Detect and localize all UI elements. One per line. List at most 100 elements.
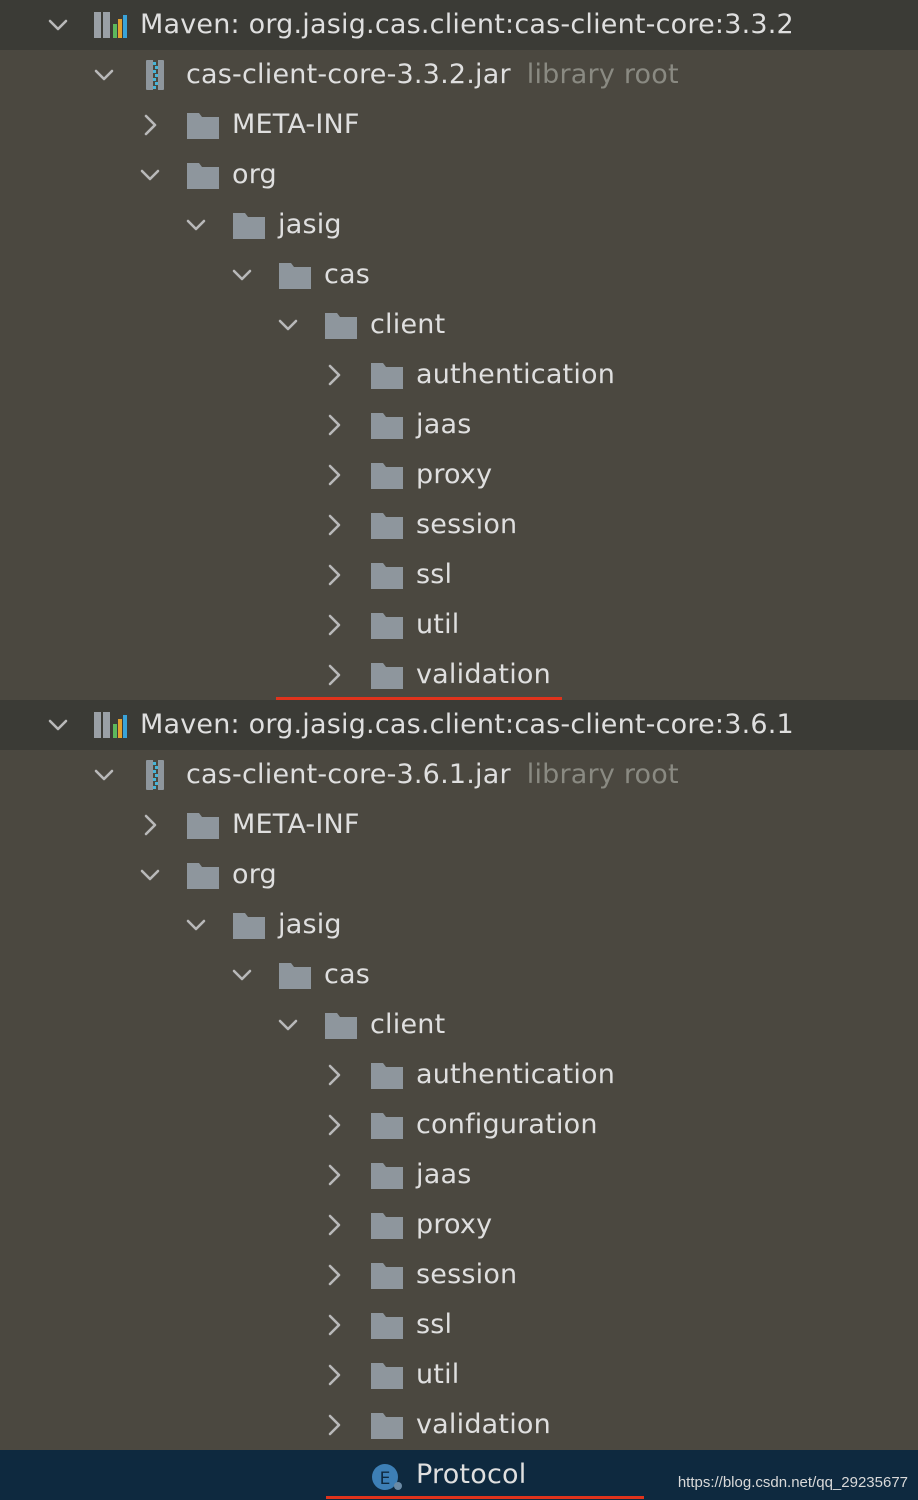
tree-node-label: validation: [416, 1409, 551, 1440]
tree-node-label: org: [232, 859, 277, 890]
jar-archive-icon: [140, 760, 174, 790]
tree-node-cas-client-core-3-6-1-jar[interactable]: cas-client-core-3.6.1.jar library root: [0, 750, 918, 800]
tree-node-ssl[interactable]: ssl: [0, 550, 918, 600]
tree-node-label: jaas: [416, 1159, 472, 1190]
tree-node-label: META-INF: [232, 809, 360, 840]
chevron-down-icon[interactable]: [92, 63, 116, 87]
tree-node-label: Maven: org.jasig.cas.client:cas-client-c…: [140, 9, 794, 40]
tree-node-configuration[interactable]: configuration: [0, 1100, 918, 1150]
tree-node-authentication[interactable]: authentication: [0, 350, 918, 400]
tree-node-jasig[interactable]: jasig: [0, 900, 918, 950]
project-tree[interactable]: Maven: org.jasig.cas.client:cas-client-c…: [0, 0, 918, 1500]
tree-node-label: cas-client-core-3.3.2.jar: [186, 59, 511, 90]
tree-node-label: util: [416, 1359, 460, 1390]
tree-node-authentication[interactable]: authentication: [0, 1050, 918, 1100]
tree-node-label: cas: [324, 259, 371, 290]
tree-node-label: jasig: [278, 209, 342, 240]
chevron-right-icon[interactable]: [322, 463, 346, 487]
chevron-right-icon[interactable]: [322, 513, 346, 537]
chevron-right-icon[interactable]: [322, 1263, 346, 1287]
tree-node-cas[interactable]: cas: [0, 950, 918, 1000]
chevron-down-icon[interactable]: [230, 963, 254, 987]
maven-library-icon: [94, 10, 128, 40]
tree-node-label: cas: [324, 959, 371, 990]
tree-node-label: jaas: [416, 409, 472, 440]
tree-node-org[interactable]: org: [0, 150, 918, 200]
enum-class-icon: E: [370, 1460, 404, 1490]
chevron-down-icon[interactable]: [276, 1013, 300, 1037]
tree-node-meta-inf[interactable]: META-INF: [0, 800, 918, 850]
tree-node-util[interactable]: util: [0, 1350, 918, 1400]
chevron-down-icon[interactable]: [230, 263, 254, 287]
chevron-right-icon[interactable]: [322, 1413, 346, 1437]
tree-node-jasig[interactable]: jasig: [0, 200, 918, 250]
tree-node-proxy[interactable]: proxy: [0, 1200, 918, 1250]
tree-node-session[interactable]: session: [0, 1250, 918, 1300]
tree-node-label: org: [232, 159, 277, 190]
folder-icon: [370, 1060, 404, 1090]
folder-icon: [324, 310, 358, 340]
folder-icon: [186, 110, 220, 140]
chevron-down-icon[interactable]: [138, 163, 162, 187]
tree-node-client[interactable]: client: [0, 300, 918, 350]
chevron-down-icon[interactable]: [184, 913, 208, 937]
tree-node-proxy[interactable]: proxy: [0, 450, 918, 500]
tree-node-label: cas-client-core-3.6.1.jar: [186, 759, 511, 790]
tree-node-cas-client-core-3-3-2-jar[interactable]: cas-client-core-3.3.2.jar library root: [0, 50, 918, 100]
chevron-right-icon[interactable]: [322, 1213, 346, 1237]
folder-icon: [232, 910, 266, 940]
tree-node-util[interactable]: util: [0, 600, 918, 650]
tree-node-label: ssl: [416, 559, 453, 590]
chevron-down-icon[interactable]: [46, 13, 70, 37]
tree-node-label: client: [370, 309, 446, 340]
folder-icon: [370, 560, 404, 590]
tree-node-maven-org-jasig-cas-client-cas-client-core-3-6-1[interactable]: Maven: org.jasig.cas.client:cas-client-c…: [0, 700, 918, 750]
tree-node-org[interactable]: org: [0, 850, 918, 900]
tree-node-validation[interactable]: validation: [0, 650, 918, 700]
tree-node-client[interactable]: client: [0, 1000, 918, 1050]
chevron-right-icon[interactable]: [322, 1063, 346, 1087]
chevron-right-icon[interactable]: [322, 413, 346, 437]
svg-text:E: E: [380, 1469, 391, 1489]
folder-icon: [370, 360, 404, 390]
folder-icon: [370, 1310, 404, 1340]
folder-icon: [370, 1110, 404, 1140]
chevron-right-icon[interactable]: [138, 113, 162, 137]
chevron-right-icon[interactable]: [322, 363, 346, 387]
folder-icon: [370, 460, 404, 490]
chevron-right-icon[interactable]: [322, 1313, 346, 1337]
tree-node-label: util: [416, 609, 460, 640]
tree-node-jaas[interactable]: jaas: [0, 1150, 918, 1200]
tree-node-label: jasig: [278, 909, 342, 940]
chevron-right-icon[interactable]: [322, 563, 346, 587]
tree-node-label: proxy: [416, 1209, 493, 1240]
folder-icon: [370, 1210, 404, 1240]
maven-library-icon: [94, 710, 128, 740]
chevron-down-icon[interactable]: [276, 313, 300, 337]
tree-node-label: ssl: [416, 1309, 453, 1340]
tree-node-ssl[interactable]: ssl: [0, 1300, 918, 1350]
folder-icon: [278, 960, 312, 990]
chevron-right-icon[interactable]: [322, 1113, 346, 1137]
folder-icon: [370, 660, 404, 690]
chevron-right-icon[interactable]: [138, 813, 162, 837]
tree-node-jaas[interactable]: jaas: [0, 400, 918, 450]
tree-node-label: authentication: [416, 359, 616, 390]
chevron-down-icon[interactable]: [92, 763, 116, 787]
library-root-hint: library root: [526, 759, 679, 790]
tree-node-session[interactable]: session: [0, 500, 918, 550]
tree-node-cas[interactable]: cas: [0, 250, 918, 300]
chevron-right-icon[interactable]: [322, 613, 346, 637]
chevron-right-icon[interactable]: [322, 1363, 346, 1387]
chevron-down-icon[interactable]: [46, 713, 70, 737]
tree-node-maven-org-jasig-cas-client-cas-client-core-3-3-2[interactable]: Maven: org.jasig.cas.client:cas-client-c…: [0, 0, 918, 50]
chevron-right-icon[interactable]: [322, 663, 346, 687]
chevron-down-icon[interactable]: [138, 863, 162, 887]
chevron-down-icon[interactable]: [184, 213, 208, 237]
folder-icon: [324, 1010, 358, 1040]
chevron-right-icon[interactable]: [322, 1163, 346, 1187]
tree-node-meta-inf[interactable]: META-INF: [0, 100, 918, 150]
tree-node-validation[interactable]: validation: [0, 1400, 918, 1450]
folder-icon: [370, 1260, 404, 1290]
tree-node-label: session: [416, 509, 518, 540]
